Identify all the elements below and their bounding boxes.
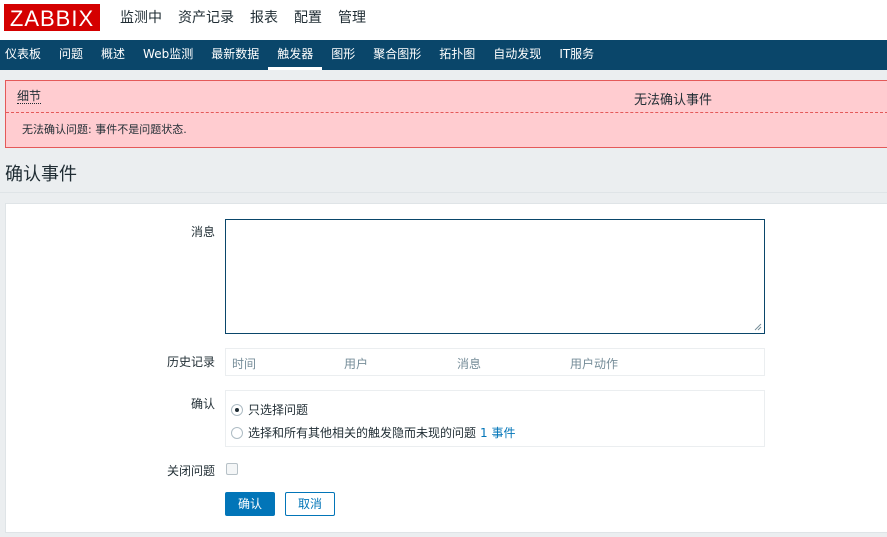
radio-selected-only[interactable] — [231, 403, 243, 416]
title-divider — [0, 192, 887, 193]
message-textarea[interactable] — [225, 219, 765, 334]
acknowledge-options: 只选择问题 选择和所有其他相关的触发隐而未现的问题 1 事件 — [225, 390, 765, 447]
option-all-related-label: 选择和所有其他相关的触发隐而未现的问题 — [248, 426, 477, 440]
top-menu-configuration[interactable]: 配置 — [286, 0, 330, 40]
history-label: 历史记录 — [166, 355, 215, 369]
option-selected-only-label: 只选择问题 — [248, 403, 309, 417]
sub-menu-discovery[interactable]: 自动发现 — [484, 40, 550, 70]
top-menu-inventory[interactable]: 资产记录 — [170, 0, 242, 40]
acknowledge-label: 确认 — [190, 397, 215, 411]
sub-menu: 仪表板 问题 概述 Web监测 最新数据 触发器 图形 聚合图形 拓扑图 自动发… — [0, 40, 887, 70]
error-detail-text: 无法确认问题: 事件不是问题状态. — [22, 123, 187, 136]
sub-menu-overview[interactable]: 概述 — [92, 40, 134, 70]
error-header: 细节 无法确认事件 — [6, 81, 887, 113]
close-problem-label: 关闭问题 — [166, 464, 215, 478]
cancel-button[interactable]: 取消 — [285, 492, 335, 516]
top-menu: 监测中 资产记录 报表 配置 管理 — [112, 0, 374, 40]
acknowledge-button[interactable]: 确认 — [225, 492, 275, 516]
option-all-related[interactable]: 选择和所有其他相关的触发隐而未现的问题 1 事件 — [231, 424, 515, 441]
message-label: 消息 — [190, 225, 215, 239]
error-message-box: 细节 无法确认事件 无法确认问题: 事件不是问题状态. — [5, 80, 887, 148]
sub-menu-latest-data[interactable]: 最新数据 — [202, 40, 268, 70]
event-count-link[interactable]: 1 事件 — [480, 424, 515, 441]
sub-menu-screens[interactable]: 聚合图形 — [364, 40, 430, 70]
top-menu-administration[interactable]: 管理 — [330, 0, 374, 40]
radio-all-related[interactable] — [231, 426, 243, 439]
sub-menu-problems[interactable]: 问题 — [50, 40, 92, 70]
top-menu-reports[interactable]: 报表 — [242, 0, 286, 40]
error-details-link[interactable]: 细节 — [17, 89, 42, 104]
history-col-user: 用户 — [344, 357, 369, 371]
history-table: 时间 用户 消息 用户动作 — [225, 348, 765, 376]
top-menu-monitoring[interactable]: 监测中 — [112, 0, 170, 40]
history-col-time: 时间 — [232, 357, 257, 371]
history-col-user-action: 用户动作 — [570, 357, 619, 371]
sub-menu-graphs[interactable]: 图形 — [322, 40, 364, 70]
zabbix-logo[interactable]: ZABBIX — [4, 4, 100, 31]
sub-menu-triggers[interactable]: 触发器 — [268, 40, 323, 70]
sub-menu-web[interactable]: Web监测 — [134, 40, 202, 70]
close-problem-checkbox[interactable] — [226, 463, 238, 475]
sub-menu-maps[interactable]: 拓扑图 — [430, 40, 484, 70]
resize-grip-icon[interactable] — [754, 323, 762, 331]
page-title: 确认事件 — [5, 164, 77, 185]
top-bar: ZABBIX 监测中 资产记录 报表 配置 管理 — [0, 0, 887, 40]
sub-menu-it-services[interactable]: IT服务 — [550, 40, 603, 70]
option-selected-only[interactable]: 只选择问题 — [231, 401, 308, 418]
error-title: 无法确认事件 — [634, 93, 713, 108]
history-col-message: 消息 — [457, 357, 482, 371]
sub-menu-dashboard[interactable]: 仪表板 — [0, 40, 50, 70]
